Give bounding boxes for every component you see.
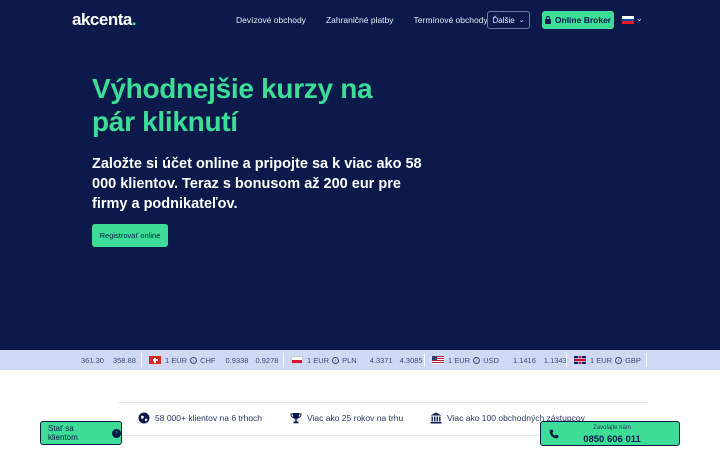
polish-flag-icon xyxy=(291,356,303,364)
arrow-right-icon: › xyxy=(112,428,121,438)
stat-clients-text: 58 000+ klientov na 6 trhoch xyxy=(155,413,263,423)
stat-years: Viac ako 25 rokov na trhu xyxy=(290,412,403,424)
uk-flag-icon xyxy=(574,356,586,364)
slovak-flag-icon[interactable] xyxy=(622,16,634,24)
rate-sell: 358.88 xyxy=(112,355,136,365)
ticker-item-usd: 1 EUR › USD 1.1416 1.1343 xyxy=(432,350,567,370)
rate-buy: 1.1416 xyxy=(512,355,536,365)
hero-subheadline: Založte si účet online a pripojte sa k v… xyxy=(92,156,422,212)
currency-pair: 1 EUR › USD xyxy=(448,355,499,365)
ticker-item-pln: 1 EUR › PLN 4.3371 4.3085 xyxy=(291,350,423,370)
stat-years-text: Viac ako 25 rokov na trhu xyxy=(307,413,404,423)
exchange-arrow-icon: › xyxy=(190,356,198,364)
rate-buy: 0.9338 xyxy=(225,355,249,365)
stat-clients: 58 000+ klientov na 6 trhoch xyxy=(138,412,262,424)
ticker-divider xyxy=(646,353,647,367)
exchange-arrow-icon: › xyxy=(332,356,340,364)
ticker-divider xyxy=(141,353,142,367)
rate-sell: 0.9278 xyxy=(255,355,279,365)
akcenta-logo[interactable]: akcenta. xyxy=(72,10,137,30)
ticker-item-gbp: 1 EUR › GBP xyxy=(574,350,641,370)
currency-pair: 1 EUR › GBP xyxy=(590,355,641,365)
lock-icon xyxy=(544,15,551,24)
call-us-number: 0850 606 011 xyxy=(583,434,641,445)
rate-buy: 4.3371 xyxy=(369,355,393,365)
hero-section: akcenta. Devízové obchody Zahraničné pla… xyxy=(0,0,720,350)
bank-icon xyxy=(430,412,442,424)
call-us-button[interactable]: Zavolajte nám 0850 606 011 xyxy=(540,421,680,446)
register-online-button[interactable]: Registrovať online xyxy=(92,224,168,247)
online-broker-button[interactable]: Online Broker xyxy=(542,11,614,29)
trophy-icon xyxy=(290,413,302,424)
chevron-down-icon: ⌄ xyxy=(518,17,525,24)
ticker-item-chf: 1 EUR › CHF 0.9338 0.9278 xyxy=(149,350,278,370)
nav-more-dropdown[interactable]: Ďalšie ⌄ xyxy=(487,11,530,29)
exchange-arrow-icon: › xyxy=(615,356,623,364)
nav-link-payments[interactable]: Zahraničné platby xyxy=(326,15,394,25)
us-flag-icon xyxy=(432,356,444,364)
nav-more-label: Ďalšie xyxy=(492,15,515,25)
ticker-divider xyxy=(283,353,284,367)
hero-headline: Výhodnejšie kurzy na pár kliknutí xyxy=(92,73,373,137)
ticker-divider xyxy=(566,353,567,367)
nav-link-forwards[interactable]: Termínové obchody xyxy=(414,15,488,25)
nav-link-fx[interactable]: Devízové obchody xyxy=(236,15,306,25)
globe-icon xyxy=(138,412,150,424)
rate-sell: 4.3085 xyxy=(399,355,423,365)
swiss-flag-icon xyxy=(149,356,161,364)
call-us-label: Zavolajte nám xyxy=(593,425,631,431)
ticker-divider xyxy=(424,353,425,367)
nav-links: Devízové obchody Zahraničné platby Termí… xyxy=(236,15,508,25)
rate-sell: 1.1343 xyxy=(543,355,567,365)
become-client-button[interactable]: Stať sa klientom › xyxy=(40,421,122,445)
phone-icon xyxy=(549,429,559,439)
online-broker-label: Online Broker xyxy=(554,15,612,25)
become-client-label: Stať sa klientom xyxy=(48,424,78,442)
exchange-arrow-icon: › xyxy=(473,356,481,364)
exchange-rate-ticker: 361.30 358.88 1 EUR › CHF 0.9338 0.9278 … xyxy=(0,350,720,370)
currency-pair: 1 EUR › PLN xyxy=(307,355,357,365)
rate-buy: 361.30 xyxy=(81,355,104,365)
ticker-item-partial: 361.30 358.88 xyxy=(81,350,136,370)
currency-pair: 1 EUR › CHF xyxy=(165,355,216,365)
language-chevron-down-icon[interactable]: ⌄ xyxy=(636,14,643,23)
top-navigation: akcenta. Devízové obchody Zahraničné pla… xyxy=(0,8,720,32)
